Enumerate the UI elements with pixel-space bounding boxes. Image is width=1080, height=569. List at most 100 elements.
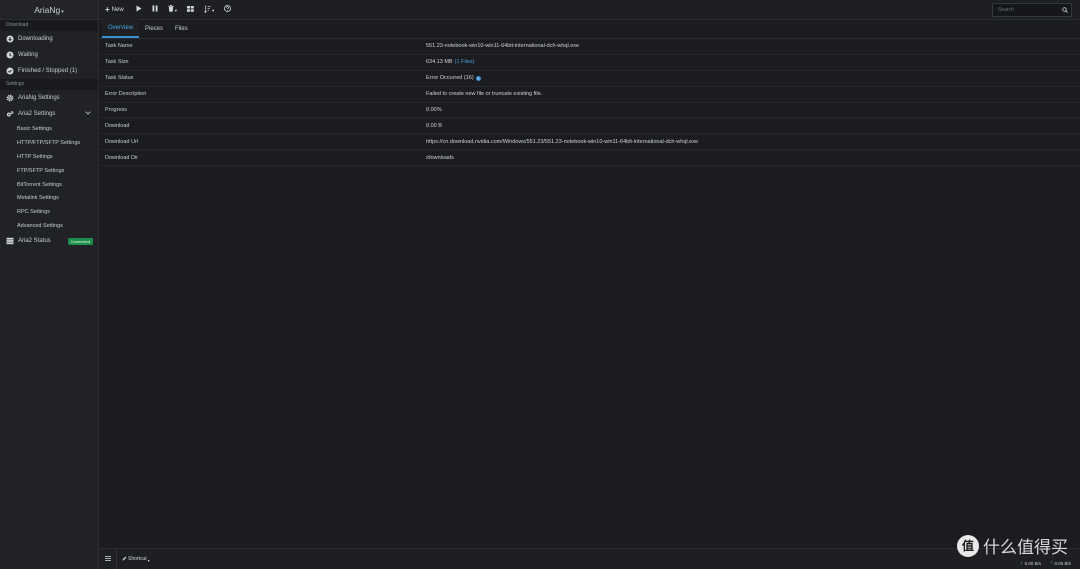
download-url-value: https://cn.download.nvidia.com/Windows/5… <box>426 138 699 145</box>
search-icon[interactable] <box>1059 7 1071 13</box>
detail-label: Error Description <box>105 91 147 98</box>
error-description-value: Failed to create new file or truncate ex… <box>426 91 543 98</box>
sidebar-item-label: AriaNg Settings <box>18 95 60 101</box>
download-speed: 🡓 0.00 B/s <box>1020 559 1041 567</box>
search-input[interactable] <box>993 7 1059 13</box>
watermark-logo-char: 值 <box>961 539 974 553</box>
sidebar-subitem-http-ftp-sftp[interactable]: HTTP/FTP/SFTP Settings <box>0 136 98 150</box>
caret-down-icon: ▾ <box>61 8 64 15</box>
view-grid-button[interactable] <box>182 0 199 20</box>
watermark-text: 什么值得买 <box>983 538 1068 558</box>
shortcut-menu[interactable]: Shortcut ▾ <box>117 555 150 563</box>
tab-files[interactable]: Files <box>169 19 194 38</box>
upload-speed-value: 0.00 B/s <box>1054 560 1071 566</box>
files-link[interactable]: (1 Files) <box>455 59 475 65</box>
gears-icon <box>6 110 14 118</box>
sidebar-section-settings: Settings <box>0 79 98 90</box>
sort-icon <box>203 5 211 15</box>
sidebar-item-finished[interactable]: Finished / Stopped (1) <box>0 63 98 79</box>
sidebar-item-label: Aria2 Settings <box>18 111 56 117</box>
tab-pieces[interactable]: Pieces <box>139 19 169 38</box>
status-bar: Shortcut ▾ 🡓 0.00 B/s 🡑 0.00 B/s <box>99 548 1080 569</box>
watermark: 值 什么值得买 <box>957 533 1068 558</box>
sidebar-item-aria2-settings[interactable]: Aria2 Settings <box>0 106 98 122</box>
arrow-up-icon: 🡑 <box>1050 560 1053 565</box>
caret-down-icon: ▾ <box>174 8 177 13</box>
chevron-down-icon <box>85 111 91 117</box>
task-size-cell: 634.13 MB (1 Files) <box>426 59 474 65</box>
pencil-icon <box>122 556 127 563</box>
sidebar: AriaNg ▾ Download Downloading Waiting Fi… <box>0 0 99 569</box>
circle-arrow-down-icon <box>6 35 14 43</box>
pause-button[interactable] <box>147 0 163 20</box>
watermark-logo: 值 <box>957 534 979 557</box>
caret-down-icon: ▾ <box>211 8 215 13</box>
menu-toggle-button[interactable] <box>99 548 117 569</box>
question-circle-icon[interactable]: ? <box>475 75 481 81</box>
status-badge: Connected <box>67 237 93 245</box>
detail-row-progress: Progress 0.00% <box>99 103 1080 119</box>
download-value: 0.00 B <box>426 122 442 129</box>
detail-row-task-name: Task Name 551.23-notebook-win10-win11-64… <box>99 39 1080 55</box>
play-icon <box>136 5 142 14</box>
detail-row-download-dir: Download Dir /downloads <box>99 150 1080 167</box>
task-name-value: 551.23-notebook-win10-win11-64bit-intern… <box>426 43 580 50</box>
sidebar-item-label: Waiting <box>18 52 38 58</box>
app-brand[interactable]: AriaNg ▾ <box>0 0 98 20</box>
task-status-cell: Error Occurred (16) ? <box>426 75 481 81</box>
sidebar-item-label: Finished / Stopped (1) <box>18 68 78 74</box>
sidebar-item-downloading[interactable]: Downloading <box>0 31 98 47</box>
sidebar-item-label: Downloading <box>18 36 53 42</box>
detail-label: Task Size <box>105 59 129 66</box>
gear-icon <box>6 94 14 102</box>
sidebar-subitem-advanced[interactable]: Advanced Settings <box>0 219 98 233</box>
download-dir-value: /downloads <box>426 154 454 161</box>
detail-row-download: Download 0.00 B <box>99 118 1080 135</box>
shortcut-label: Shortcut <box>128 556 147 562</box>
sidebar-subitem-metalink[interactable]: Metalink Settings <box>0 191 98 205</box>
new-task-button[interactable]: + New <box>99 0 131 20</box>
app-title: AriaNg <box>34 4 61 15</box>
sort-button[interactable]: ▾ <box>199 0 219 20</box>
toolbar: + New ▾ ▾ <box>99 0 1080 20</box>
detail-label: Download Dir <box>105 154 139 161</box>
tab-overview[interactable]: Overview <box>102 19 140 38</box>
trash-icon <box>167 5 174 14</box>
detail-row-task-size: Task Size 634.13 MB (1 Files) <box>99 55 1080 71</box>
detail-label: Progress <box>105 107 128 113</box>
grid-icon <box>186 5 194 14</box>
new-task-label: New <box>111 6 124 13</box>
clock-icon <box>6 51 14 59</box>
start-button[interactable] <box>131 0 147 20</box>
sidebar-subitem-http[interactable]: HTTP Settings <box>0 150 98 164</box>
sidebar-subitem-ftp-sftp[interactable]: FTP/SFTP Settings <box>0 164 98 178</box>
detail-row-task-status: Task Status Error Occurred (16) ? <box>99 71 1080 87</box>
pause-icon <box>152 5 158 14</box>
sidebar-item-ariang-settings[interactable]: AriaNg Settings <box>0 90 98 106</box>
detail-row-error-description: Error Description Failed to create new f… <box>99 87 1080 103</box>
detail-label: Task Status <box>105 75 134 82</box>
sidebar-item-aria2-status[interactable]: Aria2 Status Connected <box>0 233 98 249</box>
detail-label: Task Name <box>105 43 133 50</box>
caret-down-icon: ▾ <box>147 558 150 563</box>
check-circle-icon <box>6 67 14 75</box>
delete-button[interactable]: ▾ <box>163 0 182 20</box>
server-icon <box>6 237 14 245</box>
hamburger-icon <box>104 555 111 563</box>
detail-tabs: Overview Pieces Files <box>99 19 1080 39</box>
detail-row-download-url: Download Url https://cn.download.nvidia.… <box>99 134 1080 151</box>
sidebar-item-label: Aria2 Status <box>18 238 51 245</box>
sidebar-subitem-bittorrent[interactable]: BitTorrent Settings <box>0 178 98 192</box>
sidebar-item-waiting[interactable]: Waiting <box>0 47 98 63</box>
upload-speed: 🡑 0.00 B/s <box>1050 559 1071 567</box>
task-size-value: 634.13 MB <box>426 59 453 66</box>
sidebar-subitem-basic[interactable]: Basic Settings <box>0 122 98 136</box>
sidebar-subitem-rpc[interactable]: RPC Settings <box>0 205 98 219</box>
download-speed-value: 0.00 B/s <box>1024 560 1042 566</box>
detail-label: Download Url <box>105 138 139 145</box>
search-box <box>992 3 1072 17</box>
help-button[interactable] <box>219 0 236 20</box>
detail-label: Download <box>105 122 130 129</box>
sidebar-section-download: Download <box>0 20 98 31</box>
plus-icon: + <box>105 5 110 14</box>
